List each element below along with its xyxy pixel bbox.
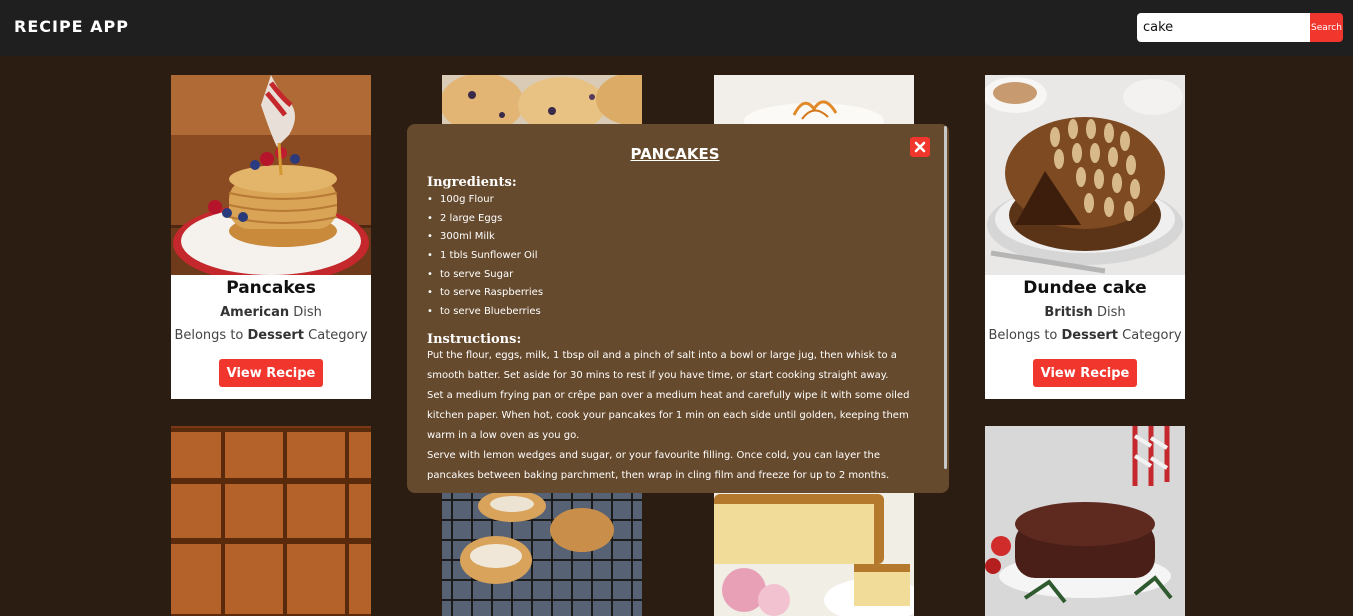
recipe-image [714,75,914,125]
recipe-category: Belongs to Dessert Category [985,328,1185,343]
recipe-card [714,490,914,616]
app-header: RECIPE APP Search [0,0,1353,56]
category-prefix: Belongs to [988,328,1062,343]
instruction-paragraph: Set a medium frying pan or crêpe pan ove… [427,390,910,441]
app-title: RECIPE APP [14,17,130,36]
recipe-card [442,490,642,616]
search-button[interactable]: Search [1310,13,1343,42]
view-recipe-button[interactable]: View Recipe [219,359,323,387]
recipe-category: Belongs to Dessert Category [171,328,371,343]
instruction-paragraph: Put the flour, eggs, milk, 1 tbsp oil an… [427,350,897,381]
recipe-card [171,426,371,616]
recipe-name: Dundee cake [1023,278,1147,298]
category-suffix: Category [1118,328,1182,343]
recipe-image [985,426,1185,616]
search-bar: Search [1137,13,1343,42]
recipe-name: Pancakes [226,278,316,298]
search-input[interactable] [1137,13,1310,42]
instructions-heading: Instructions: [427,332,522,347]
modal-scrollbar[interactable] [944,126,947,469]
ingredient-item: to serve Sugar [427,266,543,285]
area-value: American [220,305,290,320]
recipe-card [714,75,914,125]
area-suffix: Dish [1092,305,1126,320]
recipe-area: British Dish [985,305,1185,320]
instructions-text: Put the flour, eggs, milk, 1 tbsp oil an… [427,346,927,486]
recipe-image [442,490,642,616]
ingredients-heading: Ingredients: [427,175,517,190]
recipe-area: American Dish [171,305,371,320]
ingredient-item: to serve Blueberries [427,303,543,322]
ingredient-item: to serve Raspberries [427,284,543,303]
ingredient-item: 100g Flour [427,191,543,210]
category-prefix: Belongs to [174,328,248,343]
recipe-card [442,75,642,125]
recipe-image [171,426,371,616]
recipe-image [714,490,914,616]
ingredient-item: 1 tbls Sunflower Oil [427,247,543,266]
category-value: Dessert [247,328,305,343]
modal-title: PANCAKES [630,145,720,163]
recipe-modal: PANCAKES Ingredients: 100g Flour 2 large… [407,124,949,493]
recipe-card: Pancakes American Dish Belongs to Desser… [171,75,371,399]
dundee-cake-image [985,75,1185,275]
pancakes-image [171,75,371,275]
view-recipe-button[interactable]: View Recipe [1033,359,1137,387]
recipe-card: Dundee cake British Dish Belongs to Dess… [985,75,1185,399]
category-suffix: Category [304,328,368,343]
area-value: British [1044,305,1093,320]
category-value: Dessert [1061,328,1119,343]
close-icon [914,141,926,153]
close-button[interactable] [910,137,930,157]
recipe-card [985,426,1185,616]
recipe-image [442,75,642,125]
ingredient-item: 300ml Milk [427,228,543,247]
instruction-paragraph: Serve with lemon wedges and sugar, or yo… [427,450,890,481]
ingredient-item: 2 large Eggs [427,210,543,229]
ingredients-list: 100g Flour 2 large Eggs 300ml Milk 1 tbl… [427,191,543,322]
area-suffix: Dish [289,305,322,320]
